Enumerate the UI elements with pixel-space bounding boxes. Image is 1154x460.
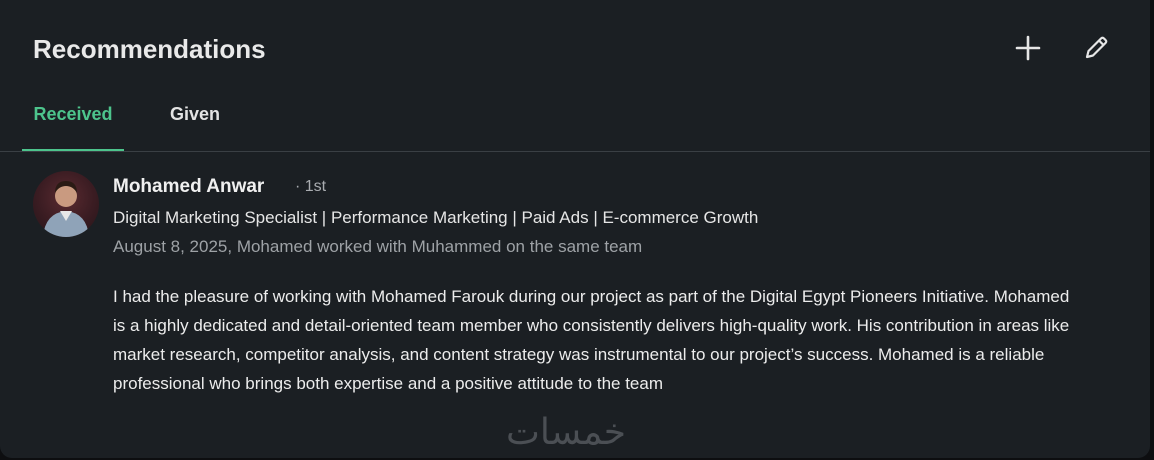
watermark: خمسات xyxy=(506,412,627,453)
tab-received[interactable]: Received xyxy=(22,92,124,152)
plus-icon xyxy=(1015,35,1041,61)
add-recommendation-button[interactable] xyxy=(1010,30,1046,66)
pencil-icon xyxy=(1085,36,1108,59)
divider xyxy=(0,151,1150,152)
recommendation-text: I had the pleasure of working with Moham… xyxy=(113,287,1070,393)
recommendation-tabs: Received Given xyxy=(0,92,1150,152)
edit-recommendations-button[interactable] xyxy=(1078,30,1114,66)
connection-degree: · 1st xyxy=(295,178,327,195)
avatar[interactable] xyxy=(33,171,99,237)
recommendations-card: Recommendations Received Given Mohamed A… xyxy=(0,0,1150,458)
tab-given[interactable]: Given xyxy=(150,92,240,152)
recommendation-meta: August 8, 2025, Mohamed worked with Muha… xyxy=(113,237,643,256)
section-title: Recommendations xyxy=(33,34,266,64)
person-icon xyxy=(43,181,89,237)
recommender-headline: Digital Marketing Specialist | Performan… xyxy=(113,208,759,227)
recommender-name[interactable]: Mohamed Anwar xyxy=(113,176,264,198)
